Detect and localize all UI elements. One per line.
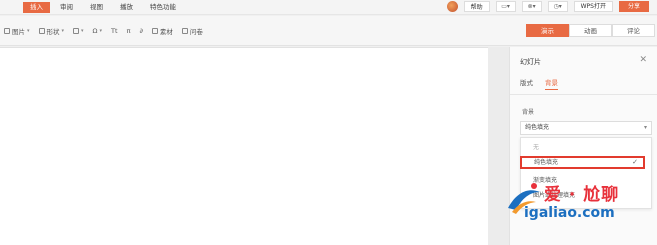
image-tool[interactable]: 图片 ▾ [4, 26, 30, 36]
slide-canvas[interactable] [0, 47, 488, 245]
tab-layout[interactable]: 版式 [520, 77, 533, 90]
pane-title: 幻灯片 [520, 58, 541, 66]
link-tool[interactable]: ∂ [139, 27, 142, 35]
chevron-down-icon: ▾ [61, 28, 65, 34]
symbol-tool[interactable]: Ω ▾ [93, 27, 102, 35]
survey-tool-label: 问卷 [189, 28, 203, 36]
text-size-tool[interactable]: Tt [111, 27, 118, 35]
section-label: 背景 [522, 109, 535, 116]
pane-segment-control: 演示 动画 评论 [526, 24, 655, 37]
watermark-url-text: igaliao.com [524, 205, 615, 221]
timer-icon[interactable]: ◷▾ [547, 1, 568, 12]
material-tool[interactable]: 素材 [151, 26, 173, 36]
shape-tool-label: 形状 [46, 28, 60, 36]
material-tool-label: 素材 [159, 28, 173, 36]
menu-tab-features[interactable]: 特色功能 [143, 2, 183, 13]
formula-icon: π [126, 27, 131, 35]
image-tool-label: 图片 [12, 28, 25, 36]
table-icon [73, 28, 80, 34]
menu-bar: 插入 审阅 视图 播放 特色功能 帮助 ▭▾ ⊗▾ ◷▾ WPS打开 分享 [0, 0, 657, 15]
shape-icon [38, 28, 45, 34]
segment-comment[interactable]: 评论 [612, 24, 655, 37]
close-icon[interactable]: ✕ [639, 55, 647, 65]
menu-tab-view[interactable]: 视图 [83, 2, 110, 13]
chevron-down-icon: ▾ [99, 28, 103, 34]
chevron-down-icon: ▾ [27, 28, 30, 34]
menubar-right: 帮助 ▭▾ ⊗▾ ◷▾ WPS打开 分享 [446, 1, 649, 12]
wps-open-button[interactable]: WPS打开 [573, 1, 613, 12]
watermark-logo: 爱 · 尬聊 igaliao.com [500, 172, 650, 242]
omega-icon: Ω [92, 27, 98, 35]
fill-type-value: 纯色填充 [525, 124, 550, 131]
table-tool[interactable]: ▾ [73, 28, 84, 34]
dropdown-option-none[interactable]: 无 [521, 142, 653, 154]
menu-tab-review[interactable]: 审阅 [53, 2, 80, 13]
link-icon: ∂ [139, 27, 143, 35]
formula-tool[interactable]: π [127, 27, 131, 35]
material-icon [151, 28, 158, 34]
segment-present[interactable]: 演示 [526, 24, 569, 37]
fill-type-select[interactable]: 纯色填充 ▾ [520, 121, 652, 135]
dropdown-option-solid[interactable]: 纯色填充 ✓ [520, 156, 645, 169]
tab-background[interactable]: 背景 [545, 77, 558, 90]
survey-tool[interactable]: 问卷 [181, 26, 203, 36]
chevron-down-icon: ▾ [81, 28, 84, 34]
divider [510, 94, 657, 95]
video-icon[interactable]: ▭▾ [495, 1, 516, 12]
dropdown-option-label: 纯色填充 [534, 159, 559, 166]
toolbar-tools: 图片 ▾ 形状 ▾ ▾ Ω ▾ Tt π ∂ 素材 问卷 [4, 26, 203, 36]
image-icon [4, 28, 10, 34]
menu-tab-play[interactable]: 播放 [113, 2, 140, 13]
menu-tab-insert[interactable]: 插入 [23, 1, 50, 13]
shape-tool[interactable]: 形状 ▾ [38, 26, 65, 36]
help-button[interactable]: 帮助 [463, 1, 490, 12]
segment-animation[interactable]: 动画 [569, 24, 612, 37]
pane-tabs: 版式 背景 [520, 77, 558, 90]
record-icon[interactable]: ⊗▾ [521, 1, 542, 12]
survey-icon [181, 28, 188, 34]
chevron-down-icon: ▾ [643, 124, 647, 131]
toolbar: 图片 ▾ 形状 ▾ ▾ Ω ▾ Tt π ∂ 素材 问卷 演示 动画 评论 [0, 16, 657, 46]
watermark-cn-text: 爱 · 尬聊 [544, 185, 620, 205]
share-button[interactable]: 分享 [618, 1, 649, 12]
text-size-icon: Tt [111, 27, 118, 35]
avatar[interactable] [446, 1, 458, 12]
checkmark-icon: ✓ [632, 158, 638, 166]
